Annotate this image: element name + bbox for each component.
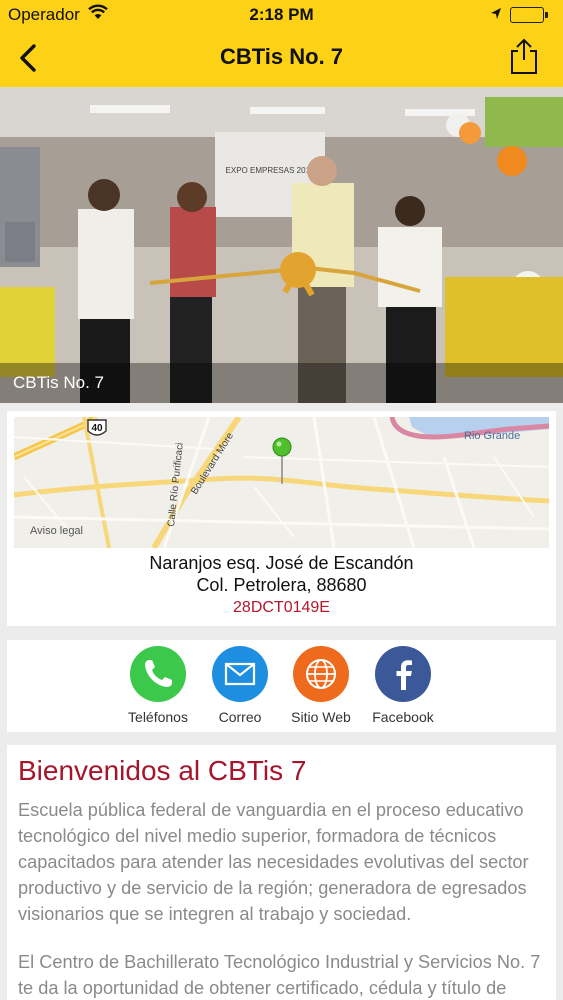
hero-photo[interactable]: EXPO EMPRESAS 2015 CBTis No. 7	[0, 87, 563, 403]
school-code: 28DCT0149E	[233, 599, 330, 616]
street-map: 40 Rio Grande Boulevard More Calle Río P…	[14, 417, 549, 548]
status-bar: Operador 2:18 PM	[0, 0, 563, 30]
facebook-icon	[375, 646, 431, 702]
welcome-title: Bienvenidos al CBTis 7	[18, 755, 307, 786]
navigation-bar: CBTis No. 7	[0, 30, 563, 87]
phones-label: Teléfonos	[128, 709, 188, 725]
map-view[interactable]: 40 Rio Grande Boulevard More Calle Río P…	[14, 417, 549, 548]
clock: 2:18 PM	[249, 5, 314, 24]
top-bar: Operador 2:18 PM CBTis No. 7	[0, 0, 563, 87]
welcome-paragraph-2: El Centro de Bachillerato Tecnológico In…	[18, 952, 541, 998]
mail-label: Correo	[218, 709, 262, 725]
facebook-label: Facebook	[372, 709, 434, 725]
share-icon	[511, 38, 537, 74]
phone-icon	[130, 646, 186, 702]
mail-button[interactable]: Correo	[200, 646, 280, 725]
chevron-left-icon	[20, 44, 36, 72]
mail-icon	[212, 646, 268, 702]
banner-text: EXPO EMPRESAS 2015	[226, 166, 315, 175]
facebook-button[interactable]: Facebook	[363, 646, 443, 725]
location-card: 40 Rio Grande Boulevard More Calle Río P…	[7, 411, 556, 626]
share-button[interactable]	[504, 36, 544, 76]
highway-number: 40	[91, 423, 103, 434]
page-title: CBTis No. 7	[219, 44, 344, 69]
battery-icon	[510, 7, 548, 23]
website-label: Sitio Web	[291, 709, 351, 725]
welcome-paragraph-1: Escuela pública federal de vanguardia en…	[18, 800, 529, 924]
hero-caption: CBTis No. 7	[0, 363, 563, 403]
welcome-card: Bienvenidos al CBTis 7 Escuela pública f…	[7, 745, 556, 1000]
phones-button[interactable]: Teléfonos	[118, 646, 198, 725]
highway-shield: 40	[87, 419, 107, 436]
back-button[interactable]	[12, 40, 46, 76]
map-legal-link[interactable]: Aviso legal	[30, 525, 83, 537]
contact-actions-card: Teléfonos Correo Sitio Web Facebook	[7, 640, 556, 732]
location-arrow-icon	[490, 6, 502, 26]
address-line-2: Col. Petrolera, 88680	[196, 575, 367, 595]
map-label-river: Rio Grande	[464, 430, 520, 442]
website-button[interactable]: Sitio Web	[281, 646, 361, 725]
globe-icon	[293, 646, 349, 702]
address-line-1: Naranjos esq. José de Escandón	[149, 553, 414, 573]
ribbon-cutting-photo: EXPO EMPRESAS 2015	[0, 87, 563, 403]
